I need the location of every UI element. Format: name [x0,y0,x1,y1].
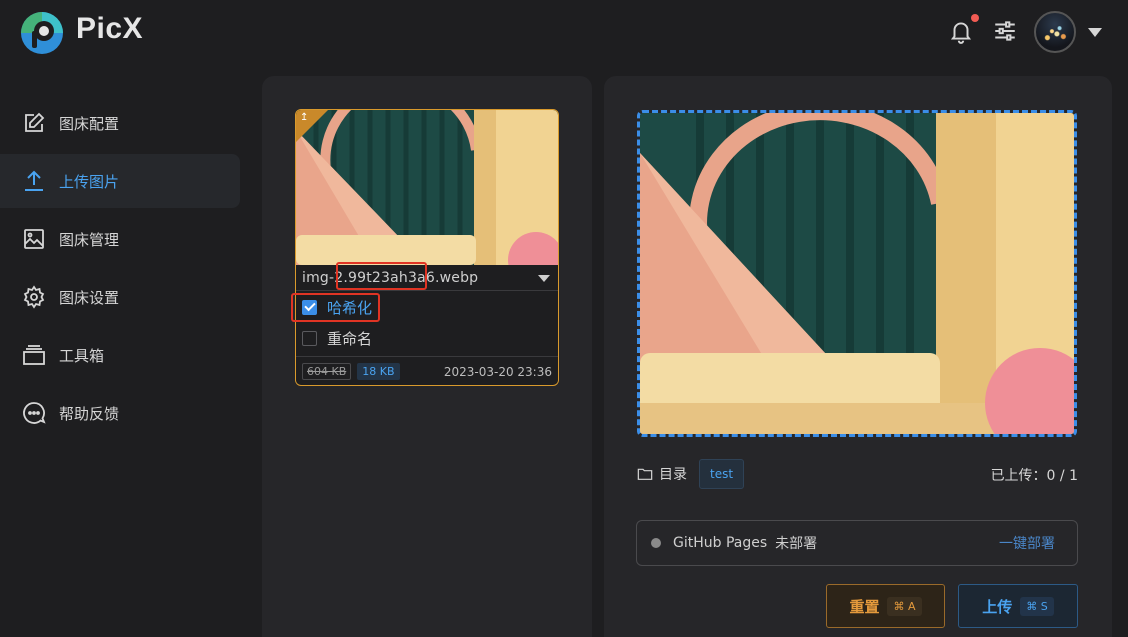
reset-shortcut: ⌘ A [887,596,922,616]
reset-button[interactable]: 重置 ⌘ A [826,584,945,628]
sidebar-item-help-feedback[interactable]: 帮助反馈 [0,386,240,440]
sidebar-item-label: 图床设置 [59,288,120,307]
hash-option-highlight [291,293,380,322]
app-header: PicX [0,0,1128,66]
rename-label: 重命名 [327,329,373,348]
deploy-status: 未部署 [775,536,818,552]
deploy-status-box: GitHub Pages 未部署 一键部署 [636,520,1078,566]
compressed-size: 18 KB [357,363,400,380]
deploy-status-dot [651,538,661,548]
upload-arrow-icon: ↥ [300,112,309,123]
directory-row: 目录 test [637,459,745,489]
rename-checkbox[interactable] [302,330,317,346]
sidebar-item-image-hosting-config[interactable]: 图床配置 [0,96,240,150]
upload-button[interactable]: 上传 ⌘ S [958,584,1078,628]
original-size: 604 KB [302,363,352,380]
sidebar-item-label: 上传图片 [59,172,120,191]
card-footer: 604 KB 18 KB 2023-03-20 23:36 [296,356,558,385]
sidebar-item-label: 图床配置 [59,114,120,133]
bell-icon[interactable] [948,18,974,44]
sidebar-item-image-hosting-settings[interactable]: 图床设置 [0,270,240,324]
chevron-down-icon[interactable] [538,275,550,282]
upload-label: 上传 [982,597,1013,616]
picx-logo [21,12,63,54]
upload-timestamp: 2023-03-20 23:36 [443,364,552,379]
sidebar-item-label: 图床管理 [59,230,120,249]
filename-hash-highlight [336,262,427,290]
upload-image-card[interactable]: ↥ img-2.99t23ah3a6.webp 哈希化 重命名 604 KB 1… [295,109,559,386]
upload-shortcut: ⌘ S [1020,596,1054,616]
deploy-target-name: GitHub Pages [673,535,768,551]
sidebar-item-upload-image[interactable]: 上传图片 [0,154,240,208]
chat-icon [22,401,46,425]
avatar[interactable] [1034,11,1076,53]
upload-icon [22,169,46,193]
reset-label: 重置 [849,597,880,616]
folder-icon [637,468,653,480]
image-icon [22,227,46,251]
sidebar-item-label: 帮助反馈 [59,404,120,423]
directory-tag[interactable]: test [699,459,745,489]
notification-dot [971,14,979,22]
deploy-button[interactable]: 一键部署 [999,533,1055,553]
chevron-down-icon[interactable] [1088,28,1102,37]
upload-progress-text: 已上传：0 / 1 [990,468,1078,484]
image-preview-dropzone[interactable] [637,110,1077,437]
sidebar-item-label: 工具箱 [59,346,105,365]
edit-icon [22,111,46,135]
gear-icon [22,285,46,309]
app-title: PicX [76,12,144,45]
sliders-icon[interactable] [992,18,1018,44]
sidebar-item-image-management[interactable]: 图床管理 [0,212,240,266]
toolbox-icon [22,343,46,367]
directory-label: 目录 [659,467,687,483]
sidebar-item-toolbox[interactable]: 工具箱 [0,328,240,382]
rename-option[interactable]: 重命名 [302,325,372,351]
image-thumbnail [296,110,558,265]
sidebar: 图床配置 上传图片 图床管理 图床设置 工具箱 帮助反馈 [0,96,240,444]
